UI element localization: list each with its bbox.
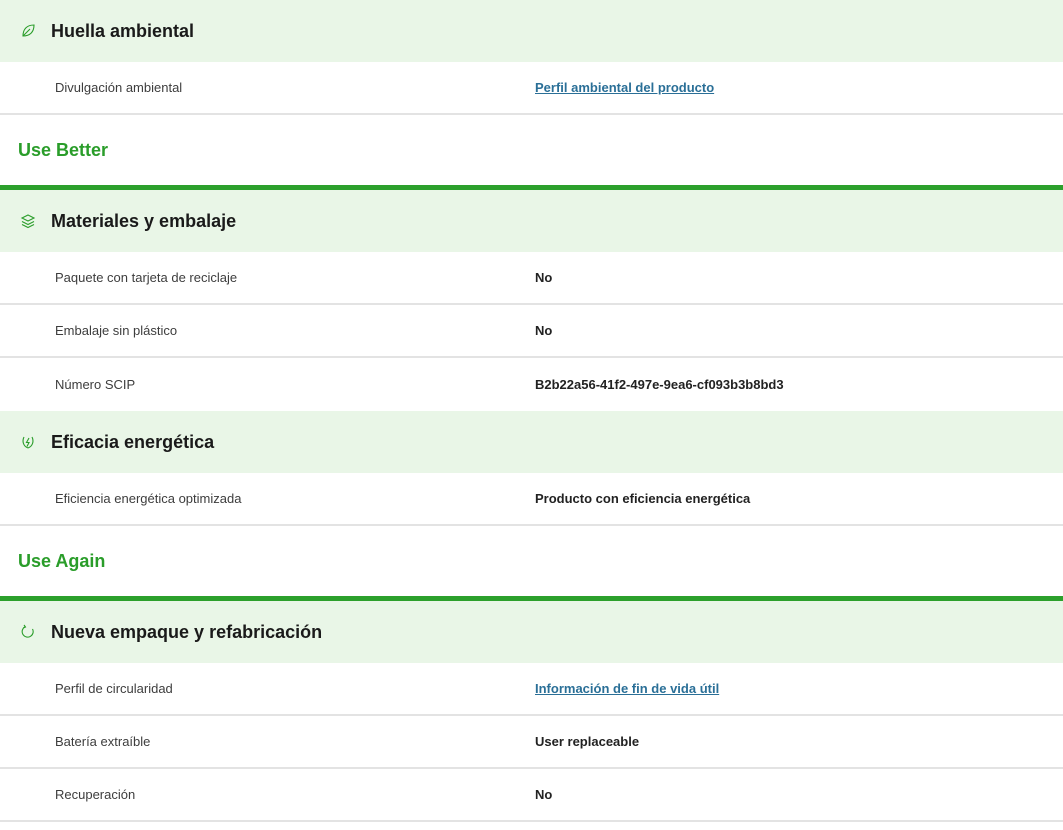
table-row: Recuperación No xyxy=(0,769,1063,822)
environmental-profile-link[interactable]: Perfil ambiental del producto xyxy=(535,80,714,95)
section-header-nueva-empaque: Nueva empaque y refabricación xyxy=(0,601,1063,663)
refresh-icon xyxy=(17,621,39,643)
row-label: Número SCIP xyxy=(55,377,136,392)
table-row: Perfil de circularidad Información de fi… xyxy=(0,663,1063,716)
row-value: B2b22a56-41f2-497e-9ea6-cf093b3b8bd3 xyxy=(535,377,784,392)
row-value: No xyxy=(535,787,553,802)
row-value: Producto con eficiencia energética xyxy=(535,491,751,506)
row-label: Perfil de circularidad xyxy=(55,681,173,696)
group-heading-use-again: Use Again xyxy=(18,550,106,571)
section-title: Huella ambiental xyxy=(51,20,195,41)
section-title: Nueva empaque y refabricación xyxy=(51,621,323,642)
section-title: Materiales y embalaje xyxy=(51,210,237,231)
table-row: Batería extraíble User replaceable xyxy=(0,716,1063,769)
energy-leaf-icon xyxy=(17,431,39,453)
section-header-eficacia-energetica: Eficacia energética xyxy=(0,411,1063,473)
leaf-icon xyxy=(17,20,39,42)
section-header-materiales: Materiales y embalaje xyxy=(0,190,1063,252)
row-value: No xyxy=(535,270,553,285)
row-label: Embalaje sin plástico xyxy=(55,323,178,338)
end-of-life-info-link[interactable]: Información de fin de vida útil xyxy=(535,681,719,696)
row-label: Divulgación ambiental xyxy=(55,80,183,95)
section-title: Eficacia energética xyxy=(51,431,215,452)
table-row: Embalaje sin plástico No xyxy=(0,305,1063,358)
row-value: User replaceable xyxy=(535,734,640,749)
table-row: Paquete con tarjeta de reciclaje No xyxy=(0,252,1063,305)
row-label: Batería extraíble xyxy=(55,734,151,749)
row-label: Paquete con tarjeta de reciclaje xyxy=(55,270,238,285)
layers-icon xyxy=(17,210,39,232)
section-header-huella-ambiental: Huella ambiental xyxy=(0,0,1063,62)
row-label: Eficiencia energética optimizada xyxy=(55,491,242,506)
group-heading-use-better: Use Better xyxy=(18,139,109,160)
table-row: Eficiencia energética optimizada Product… xyxy=(0,473,1063,526)
table-row: Divulgación ambiental Perfil ambiental d… xyxy=(0,62,1063,115)
row-value: No xyxy=(535,323,553,338)
row-label: Recuperación xyxy=(55,787,136,802)
table-row: Número SCIP B2b22a56-41f2-497e-9ea6-cf09… xyxy=(0,358,1063,411)
